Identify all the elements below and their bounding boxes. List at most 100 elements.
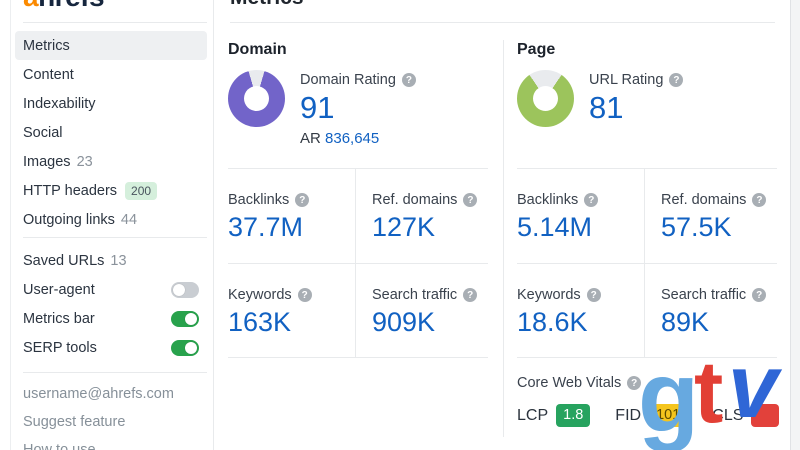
outgoing-links-count: 44 xyxy=(120,211,138,228)
sidebar-main-divider xyxy=(213,0,214,450)
page-search-traffic-stat: Search traffic? 89K xyxy=(644,264,777,357)
sidebar-item-social[interactable]: Social xyxy=(15,118,207,147)
stats-row: Backlinks? 37.7M Ref. domains? 127K xyxy=(228,169,488,263)
suggest-feature-link[interactable]: Suggest feature xyxy=(11,408,213,436)
stat-label: Keywords xyxy=(517,287,581,303)
help-icon[interactable]: ? xyxy=(627,376,642,390)
page-keywords-value[interactable]: 18.6K xyxy=(517,307,644,337)
domain-ref-domains-value[interactable]: 127K xyxy=(372,212,488,242)
domain-rating-label: Domain Rating xyxy=(300,72,396,88)
metrics-bar-toggle[interactable] xyxy=(171,310,199,327)
stats-row: Keywords? 18.6K Search traffic? 89K xyxy=(517,263,777,357)
sidebar-item-label: User-agent xyxy=(23,281,95,298)
domain-backlinks-value[interactable]: 37.7M xyxy=(228,212,355,242)
sidebar-item-metrics-bar: Metrics bar xyxy=(15,304,207,333)
sidebar-item-label: SERP tools xyxy=(23,339,97,356)
images-count: 23 xyxy=(76,153,93,170)
help-icon[interactable]: ? xyxy=(295,193,310,207)
url-rating-block: URL Rating ? 81 xyxy=(517,70,777,169)
sidebar-item-label: Content xyxy=(23,66,74,83)
sidebar-item-label: Images xyxy=(23,153,71,170)
sidebar-item-images[interactable]: Images 23 xyxy=(15,147,207,176)
url-rating-label: URL Rating xyxy=(589,72,664,88)
help-icon[interactable]: ? xyxy=(463,193,478,207)
serp-tools-toggle[interactable] xyxy=(171,339,199,356)
cls-metric: CLS xyxy=(712,404,780,427)
ahrefs-rank-value[interactable]: 836,645 xyxy=(325,130,379,147)
domain-keywords-value[interactable]: 163K xyxy=(228,307,355,337)
core-web-vitals-row: LCP 1.8 FID 101 CLS xyxy=(517,404,780,427)
ahrefs-extension-popup: ahrefs Metrics Content Indexability Soci… xyxy=(0,0,800,450)
column-divider xyxy=(503,40,504,437)
stat-label: Ref. domains xyxy=(661,192,747,208)
page-ref-domains-value[interactable]: 57.5K xyxy=(661,212,777,242)
help-icon[interactable]: ? xyxy=(297,288,312,302)
account-email-link[interactable]: username@ahrefs.com xyxy=(11,380,213,408)
page-search-traffic-value[interactable]: 89K xyxy=(661,307,777,337)
toggle-knob xyxy=(185,312,197,325)
sidebar-item-serp-tools: SERP tools xyxy=(15,333,207,362)
sidebar-item-metrics[interactable]: Metrics xyxy=(15,31,207,60)
domain-keywords-stat: Keywords? 163K xyxy=(228,264,355,357)
user-agent-toggle[interactable] xyxy=(171,281,199,298)
sidebar-item-content[interactable]: Content xyxy=(15,60,207,89)
sidebar-item-http-headers[interactable]: HTTP headers 200 xyxy=(15,176,207,205)
sidebar-item-label: Outgoing links xyxy=(23,211,115,228)
fid-label: FID xyxy=(615,406,642,424)
stats-row: Backlinks? 5.14M Ref. domains? 57.5K xyxy=(517,169,777,263)
scrollbar-track[interactable] xyxy=(790,0,800,450)
domain-section-header: Domain xyxy=(228,41,287,58)
sidebar-divider xyxy=(23,237,207,238)
lcp-value-badge: 1.8 xyxy=(556,404,591,427)
help-icon[interactable]: ? xyxy=(584,193,599,207)
page-ref-domains-stat: Ref. domains? 57.5K xyxy=(644,169,777,263)
stat-label: Keywords xyxy=(228,287,292,303)
domain-rating-value[interactable]: 91 xyxy=(300,91,416,125)
sidebar-item-saved-urls[interactable]: Saved URLs 13 xyxy=(15,246,207,275)
url-rating-value[interactable]: 81 xyxy=(589,91,683,125)
how-to-use-link[interactable]: How to use xyxy=(11,436,213,450)
sidebar-item-indexability[interactable]: Indexability xyxy=(15,89,207,118)
help-icon[interactable]: ? xyxy=(752,288,767,302)
sidebar-divider xyxy=(23,372,207,373)
domain-rating-info: Domain Rating ? 91 AR 836,645 xyxy=(300,70,416,168)
cls-value-badge xyxy=(751,404,780,427)
page-column: Page URL Rating ? 81 Backlinks? 5.14M Re… xyxy=(517,40,780,427)
domain-rating-block: Domain Rating ? 91 AR 836,645 xyxy=(228,70,488,169)
sidebar-secondary: Saved URLs 13 User-agent Metrics bar SER… xyxy=(11,246,213,362)
domain-search-traffic-value[interactable]: 909K xyxy=(372,307,488,337)
page-section-header: Page xyxy=(517,41,556,58)
help-icon[interactable]: ? xyxy=(463,288,478,302)
toggle-knob xyxy=(185,341,197,354)
sidebar-item-user-agent: User-agent xyxy=(15,275,207,304)
sidebar-item-label: Saved URLs xyxy=(23,252,105,269)
domain-stats-grid: Backlinks? 37.7M Ref. domains? 127K Keyw… xyxy=(228,169,488,358)
saved-urls-count: 13 xyxy=(110,252,127,269)
core-web-vitals-label: Core Web Vitals xyxy=(517,375,622,391)
sidebar-item-outgoing-links[interactable]: Outgoing links 44 xyxy=(15,205,207,234)
domain-search-traffic-stat: Search traffic? 909K xyxy=(355,264,488,357)
help-icon[interactable]: ? xyxy=(669,73,684,87)
stat-label: Ref. domains xyxy=(372,192,458,208)
domain-column: Domain Domain Rating ? 91 AR 836,645 Bac… xyxy=(228,40,488,358)
toggle-knob xyxy=(173,283,185,296)
sidebar: ahrefs Metrics Content Indexability Soci… xyxy=(10,0,213,450)
page-keywords-stat: Keywords? 18.6K xyxy=(517,264,644,357)
page-title: Metrics xyxy=(230,0,304,10)
main-top-divider xyxy=(230,22,775,23)
lcp-label: LCP xyxy=(517,406,549,424)
page-backlinks-value[interactable]: 5.14M xyxy=(517,212,644,242)
help-icon[interactable]: ? xyxy=(401,73,416,87)
domain-ref-domains-stat: Ref. domains? 127K xyxy=(355,169,488,263)
ar-label: AR xyxy=(300,130,321,147)
sidebar-nav: Metrics Content Indexability Social Imag… xyxy=(11,31,213,234)
logo-letter-a: a xyxy=(23,0,39,12)
ahrefs-rank-line: AR 836,645 xyxy=(300,130,416,147)
logo-text: hrefs xyxy=(38,0,104,12)
domain-backlinks-stat: Backlinks? 37.7M xyxy=(228,169,355,263)
stat-label: Backlinks xyxy=(517,192,579,208)
help-icon[interactable]: ? xyxy=(752,193,767,207)
sidebar-item-label: Indexability xyxy=(23,95,96,112)
sidebar-divider xyxy=(23,22,207,23)
help-icon[interactable]: ? xyxy=(586,288,601,302)
